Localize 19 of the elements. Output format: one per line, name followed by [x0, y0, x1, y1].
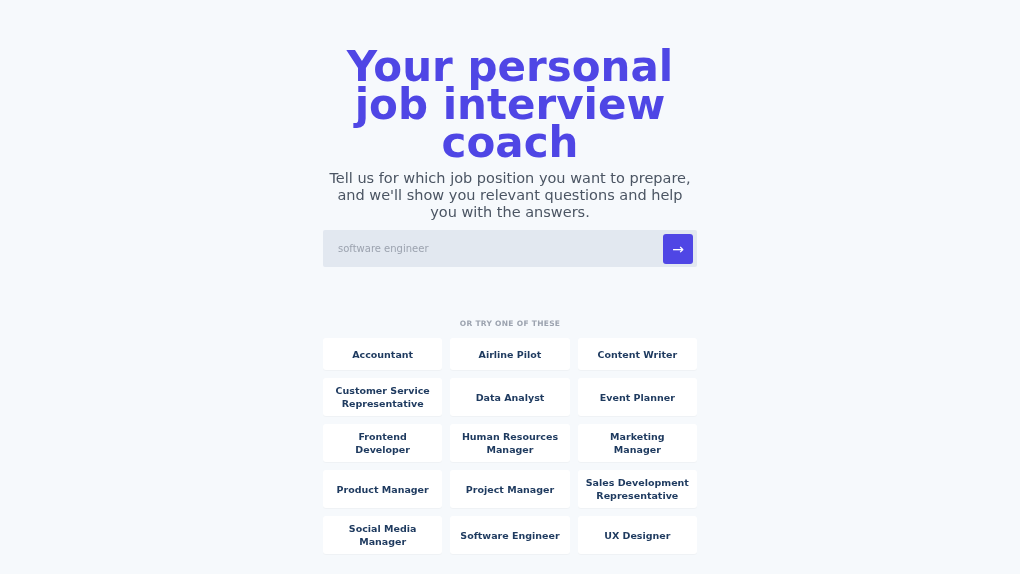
search-field[interactable]: software engineer → [323, 230, 697, 267]
job-suggestion-button[interactable]: Software Engineer [450, 516, 570, 555]
job-suggestion-button[interactable]: Product Manager [323, 470, 443, 509]
hero-subtitle: Tell us for which job position you want to prepare, and we'll show you relevant questions and help you with the answers. [328, 170, 692, 221]
submit-button[interactable]: → [663, 233, 693, 264]
job-suggestion-button[interactable]: UX Designer [577, 516, 697, 555]
job-suggestion-button[interactable]: Airline Pilot [450, 338, 570, 371]
job-suggestion-button[interactable]: Frontend Developer [323, 424, 443, 463]
job-suggestion-button[interactable]: Sales Development Representative [577, 470, 697, 509]
job-suggestion-button[interactable]: Marketing Manager [577, 424, 697, 463]
job-suggestion-button[interactable]: Project Manager [450, 470, 570, 509]
hero-title: Your personal job interview coach [345, 48, 675, 162]
job-suggestion-button[interactable]: Content Writer [577, 338, 697, 371]
job-suggestion-button[interactable]: Accountant [323, 338, 443, 371]
job-suggestion-button[interactable]: Data Analyst [450, 378, 570, 417]
job-suggestion-button[interactable]: Social Media Manager [323, 516, 443, 555]
job-suggestion-button[interactable]: Human Resources Manager [450, 424, 570, 463]
job-suggestion-button[interactable]: Customer Service Representative [323, 378, 443, 417]
job-suggestion-button[interactable]: Event Planner [577, 378, 697, 417]
